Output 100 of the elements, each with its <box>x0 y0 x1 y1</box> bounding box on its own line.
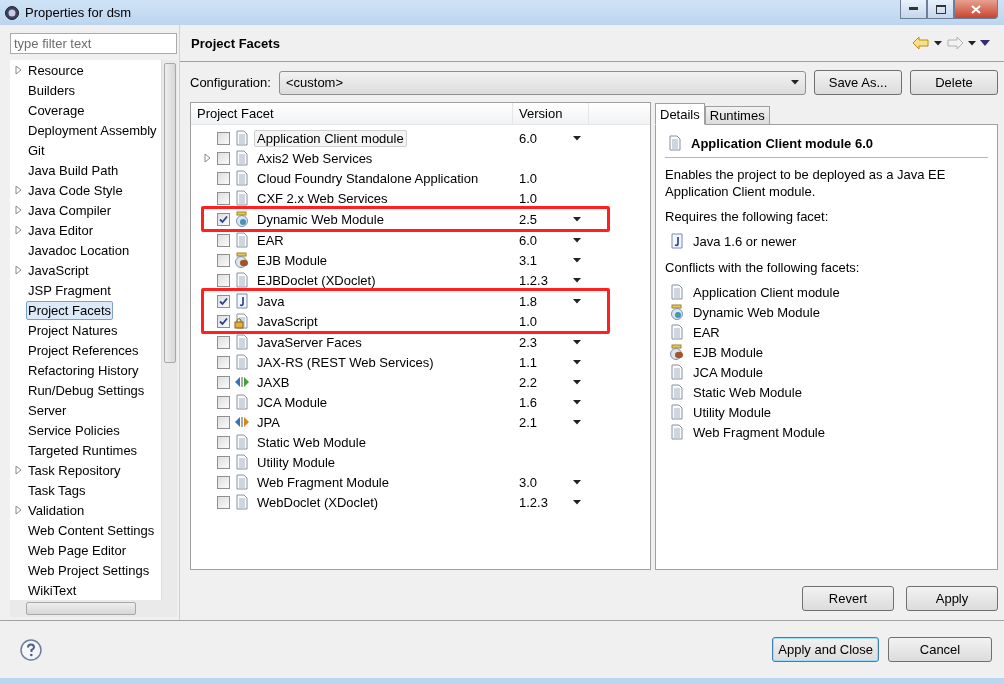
dropdown-arrow-icon[interactable] <box>573 339 581 345</box>
dialog-button[interactable]: Apply and Close <box>772 637 879 662</box>
horizontal-scrollbar[interactable] <box>10 600 177 617</box>
facet-name[interactable]: EAR <box>254 231 287 249</box>
version-text[interactable]: 1.0 <box>519 313 538 329</box>
version-text[interactable]: 3.0 <box>519 474 538 490</box>
version-text[interactable]: 3.1 <box>519 252 538 268</box>
dropdown-arrow-icon[interactable] <box>573 237 581 243</box>
facet-name[interactable]: JAX-RS (REST Web Services) <box>254 353 437 371</box>
facet-name[interactable]: EJBDoclet (XDoclet) <box>254 271 379 289</box>
checkbox[interactable] <box>217 233 230 247</box>
tree-item[interactable]: Java Compiler <box>26 200 114 220</box>
checkbox[interactable] <box>217 375 230 389</box>
tree-item[interactable]: Java Build Path <box>26 160 121 180</box>
dropdown-arrow-icon[interactable] <box>791 80 799 85</box>
checkbox[interactable] <box>217 273 230 287</box>
dropdown-arrow-icon[interactable] <box>573 359 581 365</box>
checkbox[interactable] <box>217 415 230 429</box>
close-button[interactable] <box>954 0 998 19</box>
tree-item[interactable]: Validation <box>26 500 87 520</box>
help-icon[interactable] <box>20 638 42 661</box>
dropdown-arrow-icon[interactable] <box>573 216 581 222</box>
toolbar-button[interactable]: Save As... <box>814 70 902 95</box>
expand-arrow-icon[interactable] <box>203 153 213 163</box>
checkbox[interactable] <box>217 335 230 349</box>
expand-arrow-icon[interactable] <box>14 265 24 275</box>
facet-name[interactable]: EJB Module <box>254 251 331 269</box>
facet-name[interactable]: JCA Module <box>254 393 331 411</box>
checkbox[interactable] <box>217 355 230 369</box>
page-button[interactable]: Revert <box>802 586 894 611</box>
tree-item[interactable]: Deployment Assembly <box>26 120 159 140</box>
tree-item[interactable]: Web Project Settings <box>26 560 152 580</box>
checkbox[interactable] <box>217 171 230 185</box>
dropdown-arrow-icon[interactable] <box>573 419 581 425</box>
tree-item[interactable]: Web Content Settings <box>26 520 157 540</box>
dialog-button[interactable]: Cancel <box>888 637 992 662</box>
dropdown-arrow-icon[interactable] <box>573 298 581 304</box>
version-text[interactable]: 1.1 <box>519 354 538 370</box>
expand-arrow-icon[interactable] <box>14 505 24 515</box>
facet-name[interactable]: Cloud Foundry Standalone Application <box>254 169 482 187</box>
tree-item[interactable]: Task Tags <box>26 480 88 500</box>
expand-arrow-icon[interactable] <box>14 65 24 75</box>
column-header[interactable]: Version <box>513 103 589 124</box>
checkbox[interactable] <box>217 395 230 409</box>
facet-name[interactable]: Static Web Module <box>254 433 369 451</box>
facet-name[interactable]: Dynamic Web Module <box>254 210 387 228</box>
version-text[interactable]: 1.8 <box>519 293 538 309</box>
version-text[interactable]: 1.2.3 <box>519 272 548 288</box>
facet-name[interactable]: WebDoclet (XDoclet) <box>254 493 382 511</box>
tree-item[interactable]: Java Editor <box>26 220 96 240</box>
facet-name[interactable]: CXF 2.x Web Services <box>254 189 391 207</box>
dropdown-arrow-icon[interactable] <box>573 499 581 505</box>
tree-item[interactable]: Coverage <box>26 100 87 120</box>
version-text[interactable]: 1.2.3 <box>519 494 548 510</box>
tab[interactable]: Details <box>655 103 705 125</box>
checkbox[interactable] <box>217 435 230 449</box>
checkbox[interactable] <box>217 191 230 205</box>
tree-item[interactable]: Project Facets <box>26 300 114 320</box>
checkbox[interactable] <box>217 151 230 165</box>
version-text[interactable]: 6.0 <box>519 130 538 146</box>
facet-name[interactable]: Axis2 Web Services <box>254 149 376 167</box>
configuration-dropdown[interactable]: <custom> <box>278 70 806 95</box>
facet-name[interactable]: JAXB <box>254 373 293 391</box>
tree-item[interactable]: JavaScript <box>26 260 91 280</box>
checkbox[interactable] <box>217 455 230 469</box>
tree-item[interactable]: Refactoring History <box>26 360 141 380</box>
tree-item[interactable]: Resource <box>26 60 86 80</box>
version-text[interactable]: 1.6 <box>519 394 538 410</box>
facet-name[interactable]: JPA <box>254 413 283 431</box>
tree-item[interactable]: JSP Fragment <box>26 280 113 300</box>
tree-item[interactable]: WikiText <box>26 580 79 600</box>
dropdown-arrow-icon[interactable] <box>573 479 581 485</box>
version-text[interactable]: 2.1 <box>519 414 538 430</box>
tree-item[interactable]: Task Repository <box>26 460 123 480</box>
version-text[interactable]: 1.0 <box>519 170 538 186</box>
checkbox[interactable] <box>217 131 230 145</box>
checkbox[interactable] <box>217 495 230 509</box>
tree-item[interactable]: Java Code Style <box>26 180 125 200</box>
dropdown-arrow-icon[interactable] <box>934 40 942 46</box>
tree-item[interactable]: Git <box>26 140 47 160</box>
tree-item[interactable]: Service Policies <box>26 420 122 440</box>
dropdown-arrow-icon[interactable] <box>573 379 581 385</box>
checkbox[interactable] <box>217 294 230 308</box>
minimize-button[interactable] <box>900 0 927 19</box>
facet-name[interactable]: JavaServer Faces <box>254 333 365 351</box>
dropdown-arrow-icon[interactable] <box>573 257 581 263</box>
menu-icon[interactable] <box>980 40 990 46</box>
version-text[interactable]: 2.5 <box>519 211 538 227</box>
expand-arrow-icon[interactable] <box>14 465 24 475</box>
version-text[interactable]: 6.0 <box>519 232 538 248</box>
dropdown-arrow-icon[interactable] <box>573 277 581 283</box>
version-text[interactable]: 2.2 <box>519 374 538 390</box>
checkbox[interactable] <box>217 212 230 226</box>
facet-name[interactable]: JavaScript <box>254 312 321 330</box>
tree-item[interactable]: Run/Debug Settings <box>26 380 147 400</box>
tree-item[interactable]: Server <box>26 400 69 420</box>
tree-item[interactable]: Web Page Editor <box>26 540 129 560</box>
tree-item[interactable]: Project References <box>26 340 141 360</box>
tree-item[interactable]: Builders <box>26 80 77 100</box>
vertical-scrollbar[interactable] <box>161 60 177 600</box>
